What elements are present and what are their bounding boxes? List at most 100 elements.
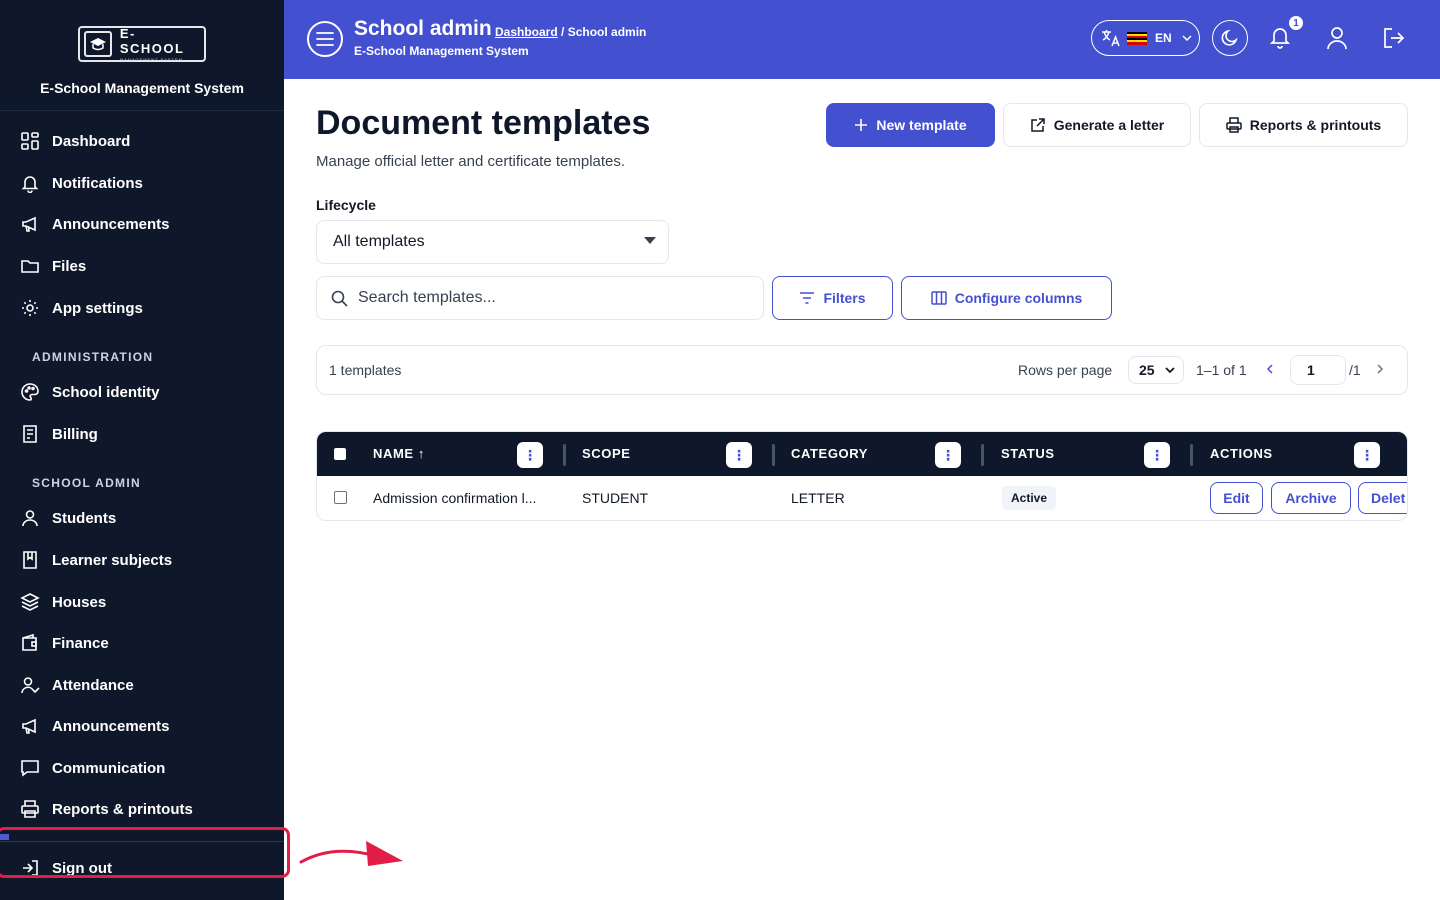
sidebar-item-school-identity[interactable]: School identity [20,380,160,404]
column-menu-icon[interactable]: ⋮ [935,442,961,468]
reports-printouts-label: Reports & printouts [1249,117,1382,133]
invoice-icon [23,425,37,443]
cell-name: Admission confirmation l... [373,490,537,506]
sidebar-item-label: Billing [52,425,98,443]
profile-user-icon[interactable] [1326,26,1348,50]
delete-button[interactable]: Delet [1358,482,1407,514]
page-number-input[interactable]: 1 [1290,355,1346,385]
template-count: 1 templates [329,362,402,378]
column-header-actions: ACTIONS [1210,446,1273,461]
column-resize-handle[interactable] [772,444,775,466]
chevron-down-icon [1182,35,1192,41]
lifecycle-select[interactable]: All templates [316,220,669,264]
pagination-bar: 1 templates Rows per page 25 1–1 of 1 1 … [316,345,1408,395]
header-title: School admin [354,17,492,40]
breadcrumb-current: / School admin [561,25,647,39]
logout-icon[interactable] [1382,26,1406,50]
palette-icon [21,383,39,401]
archive-button[interactable]: Archive [1271,482,1351,514]
table-row[interactable]: Admission confirmation l... STUDENT LETT… [317,476,1407,520]
sidebar-item-label: Houses [52,593,107,611]
logo-text: E-SCHOOL MANAGEMENT SYSTEM [120,26,200,62]
sidebar-item-learner-subjects[interactable]: Learner subjects [20,548,172,572]
sidebar-item-announcements[interactable]: Announcements [20,212,170,236]
sidebar-item-reports[interactable]: Reports & printouts [20,797,193,821]
language-selector[interactable]: EN [1091,20,1200,56]
column-menu-icon[interactable]: ⋮ [1144,442,1170,468]
sidebar-item-finance[interactable]: Finance [20,631,109,655]
sidebar-item-label: Announcements [52,717,170,735]
column-header-category[interactable]: CATEGORY [791,446,868,461]
sidebar-item-billing[interactable]: Billing [20,422,98,446]
search-input[interactable] [358,289,738,307]
column-resize-handle[interactable] [981,444,984,466]
external-link-icon [1031,118,1045,132]
search-box[interactable] [316,276,764,320]
sidebar-item-houses[interactable]: Houses [20,590,106,614]
column-header-status[interactable]: STATUS [1001,446,1055,461]
theme-toggle-button[interactable] [1212,20,1248,56]
rows-per-page-select[interactable]: 25 [1128,356,1184,384]
uganda-flag-icon [1127,31,1147,45]
wallet-icon [22,633,37,651]
sidebar-item-students[interactable]: Students [20,506,116,530]
section-label-school-admin: SCHOOL ADMIN [32,476,141,490]
column-menu-icon[interactable]: ⋮ [517,442,543,468]
plus-icon [855,119,868,131]
breadcrumb-dashboard-link[interactable]: Dashboard [495,25,558,39]
language-code: EN [1155,31,1172,45]
lifecycle-value: All templates [333,233,425,250]
graduation-cap-icon [84,31,112,57]
column-menu-icon[interactable]: ⋮ [726,442,752,468]
cell-scope: STUDENT [582,490,649,506]
menu-toggle-button[interactable] [307,21,343,57]
prev-page-icon[interactable] [1265,361,1275,377]
sidebar-item-communication[interactable]: Communication [20,756,165,780]
breadcrumb: Dashboard / School admin [495,25,646,39]
generate-letter-label: Generate a letter [1053,117,1165,133]
header-subtitle: E-School Management System [354,44,529,58]
new-template-button[interactable]: New template [826,103,995,147]
sidebar-item-announcements-school[interactable]: Announcements [20,714,170,738]
sidebar-item-label: Reports & printouts [52,800,193,818]
printer-icon [21,800,39,818]
filters-label: Filters [823,290,866,306]
sidebar-item-app-settings[interactable]: App settings [20,296,143,320]
book-icon [23,551,37,569]
sidebar-item-label: Dashboard [52,132,131,150]
sidebar-item-files[interactable]: Files [20,254,86,278]
megaphone-icon [22,216,36,232]
notification-count-badge: 1 [1289,16,1303,30]
page-subtitle: Manage official letter and certificate t… [316,153,626,170]
search-icon [331,290,348,307]
sidebar-item-dashboard[interactable]: Dashboard [20,129,130,153]
notifications-bell-icon[interactable] [1269,25,1291,49]
sidebar-item-label: Students [52,509,117,527]
row-checkbox[interactable] [334,491,347,504]
filters-button[interactable]: Filters [772,276,893,320]
cell-category: LETTER [791,490,845,506]
edit-button[interactable]: Edit [1210,482,1263,514]
column-resize-handle[interactable] [1190,444,1193,466]
select-all-checkbox[interactable] [334,448,346,460]
column-header-scope[interactable]: SCOPE [582,446,631,461]
column-menu-icon[interactable]: ⋮ [1354,442,1380,468]
generate-letter-button[interactable]: Generate a letter [1003,103,1191,147]
sidebar-item-label: Learner subjects [52,551,173,569]
templates-table: NAME ↑ ⋮ SCOPE ⋮ CATEGORY ⋮ STATUS ⋮ ACT… [316,431,1408,521]
column-resize-handle[interactable] [563,444,566,466]
next-page-icon[interactable] [1375,361,1385,377]
configure-columns-label: Configure columns [954,290,1083,306]
sidebar-item-label: Announcements [52,215,170,233]
sidebar-item-notifications[interactable]: Notifications [20,171,143,195]
megaphone-icon [22,718,36,734]
reports-printouts-button[interactable]: Reports & printouts [1199,103,1408,147]
column-header-name[interactable]: NAME ↑ [373,446,425,461]
moon-icon [1221,29,1238,46]
translate-icon [1102,30,1120,47]
gear-icon [22,300,38,316]
page-number-value: 1 [1307,362,1315,378]
school-logo[interactable]: E-SCHOOL MANAGEMENT SYSTEM [78,26,206,62]
sidebar-item-attendance[interactable]: Attendance [20,673,134,697]
configure-columns-button[interactable]: Configure columns [901,276,1112,320]
